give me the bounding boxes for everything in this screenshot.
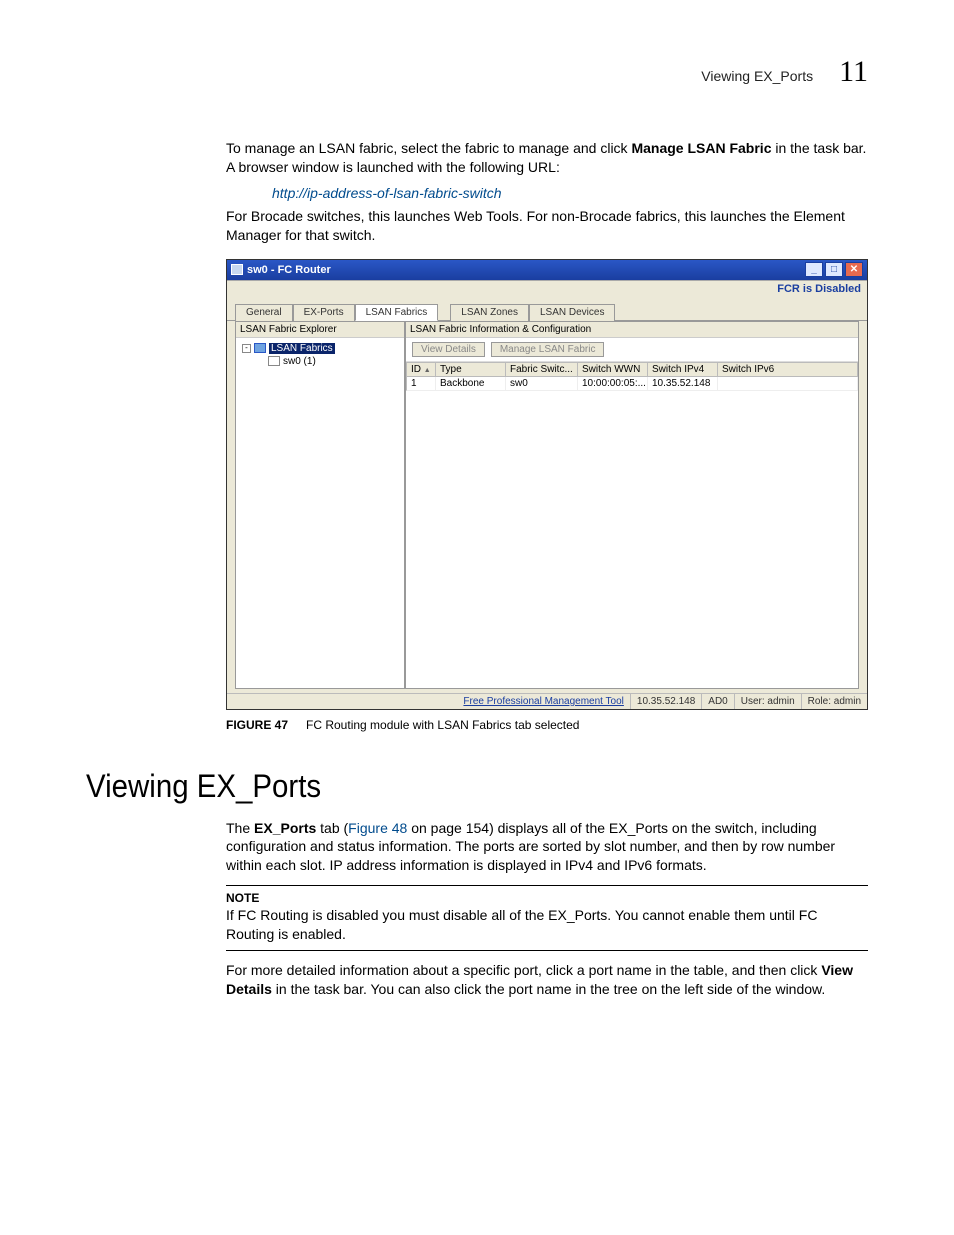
footer-user: User: admin xyxy=(734,694,801,709)
switch-icon xyxy=(268,356,280,366)
explorer-title: LSAN Fabric Explorer xyxy=(236,322,404,338)
page-header: Viewing EX_Ports 11 xyxy=(86,55,868,89)
collapse-icon[interactable]: - xyxy=(242,344,251,353)
manage-lsan-button[interactable]: Manage LSAN Fabric xyxy=(491,342,605,357)
paragraph-4: For more detailed information about a sp… xyxy=(226,961,868,999)
paragraph-2: For Brocade switches, this launches Web … xyxy=(226,207,868,245)
window-titlebar: sw0 - FC Router _ □ ✕ xyxy=(227,260,867,280)
cell-type: Backbone xyxy=(436,377,506,391)
figure-47-window: sw0 - FC Router _ □ ✕ FCR is Disabled Ge… xyxy=(226,259,868,710)
figure-label: FIGURE 47 xyxy=(226,718,288,732)
paragraph-3: The EX_Ports tab (Figure 48 on page 154)… xyxy=(226,819,868,876)
sort-indicator-icon: ▲ xyxy=(424,367,431,374)
tree-root-row[interactable]: - LSAN Fabrics xyxy=(242,342,398,355)
figure-48-link[interactable]: Figure 48 xyxy=(348,820,407,836)
fabric-icon xyxy=(254,343,266,353)
col-ipv6[interactable]: Switch IPv6 xyxy=(718,362,858,377)
paragraph-1: To manage an LSAN fabric, select the fab… xyxy=(226,139,868,177)
explorer-panel: LSAN Fabric Explorer - LSAN Fabrics sw0 … xyxy=(235,321,405,689)
tree-leaf-label: sw0 (1) xyxy=(283,356,316,367)
fabric-table: ID ▲ Type Fabric Switc... Switch WWN Swi… xyxy=(406,362,858,688)
note-label: NOTE xyxy=(226,890,868,906)
fcr-status: FCR is Disabled xyxy=(227,281,867,303)
note-text: If FC Routing is disabled you must disab… xyxy=(226,906,868,944)
window-title: sw0 - FC Router xyxy=(247,264,331,276)
col-wwn[interactable]: Switch WWN xyxy=(578,362,648,377)
figure-caption: FIGURE 47 FC Routing module with LSAN Fab… xyxy=(226,718,868,732)
tree-view: - LSAN Fabrics sw0 (1) xyxy=(236,338,404,688)
detail-title: LSAN Fabric Information & Configuration xyxy=(406,322,858,338)
col-type[interactable]: Type xyxy=(436,362,506,377)
tab-lsan-fabrics[interactable]: LSAN Fabrics xyxy=(355,304,439,321)
tab-lsan-zones[interactable]: LSAN Zones xyxy=(450,304,529,321)
cell-ipv6 xyxy=(718,377,858,391)
footer-role: Role: admin xyxy=(801,694,867,709)
cell-wwn: 10:00:00:05:... xyxy=(578,377,648,391)
col-ipv4[interactable]: Switch IPv4 xyxy=(648,362,718,377)
minimize-button[interactable]: _ xyxy=(805,262,823,277)
header-section-label: Viewing EX_Ports xyxy=(701,68,813,84)
footer-ip: 10.35.52.148 xyxy=(630,694,701,709)
cell-ipv4: 10.35.52.148 xyxy=(648,377,718,391)
tree-root-label[interactable]: LSAN Fabrics xyxy=(269,343,335,354)
table-row[interactable]: 1 Backbone sw0 10:00:00:05:... 10.35.52.… xyxy=(406,377,858,391)
exports-tab-label: EX_Ports xyxy=(254,820,316,836)
cell-fabric-switch: sw0 xyxy=(506,377,578,391)
section-heading: Viewing EX_Ports xyxy=(86,768,805,805)
tab-general[interactable]: General xyxy=(235,304,293,321)
detail-panel: LSAN Fabric Information & Configuration … xyxy=(405,321,859,689)
figure-caption-text: FC Routing module with LSAN Fabrics tab … xyxy=(306,718,579,732)
app-icon xyxy=(231,264,243,275)
col-id[interactable]: ID ▲ xyxy=(406,362,436,377)
tab-ex-ports[interactable]: EX-Ports xyxy=(293,304,355,321)
window-footer: Free Professional Management Tool 10.35.… xyxy=(227,693,867,709)
tab-lsan-devices[interactable]: LSAN Devices xyxy=(529,304,615,321)
col-fabric-switch[interactable]: Fabric Switc... xyxy=(506,362,578,377)
table-header: ID ▲ Type Fabric Switc... Switch WWN Swi… xyxy=(406,362,858,377)
page-number: 11 xyxy=(839,55,868,89)
example-url: http://ip-address-of-lsan-fabric-switch xyxy=(272,185,868,201)
manage-lsan-label: Manage LSAN Fabric xyxy=(631,140,771,156)
footer-ad: AD0 xyxy=(701,694,733,709)
cell-id: 1 xyxy=(406,377,436,391)
tab-bar: General EX-Ports LSAN Fabrics LSAN Zones… xyxy=(227,303,867,321)
footer-tool-link[interactable]: Free Professional Management Tool xyxy=(457,694,629,709)
view-details-button[interactable]: View Details xyxy=(412,342,485,357)
maximize-button[interactable]: □ xyxy=(825,262,843,277)
tree-leaf-row[interactable]: sw0 (1) xyxy=(242,355,398,368)
close-button[interactable]: ✕ xyxy=(845,262,863,277)
note-block: NOTE If FC Routing is disabled you must … xyxy=(226,885,868,951)
